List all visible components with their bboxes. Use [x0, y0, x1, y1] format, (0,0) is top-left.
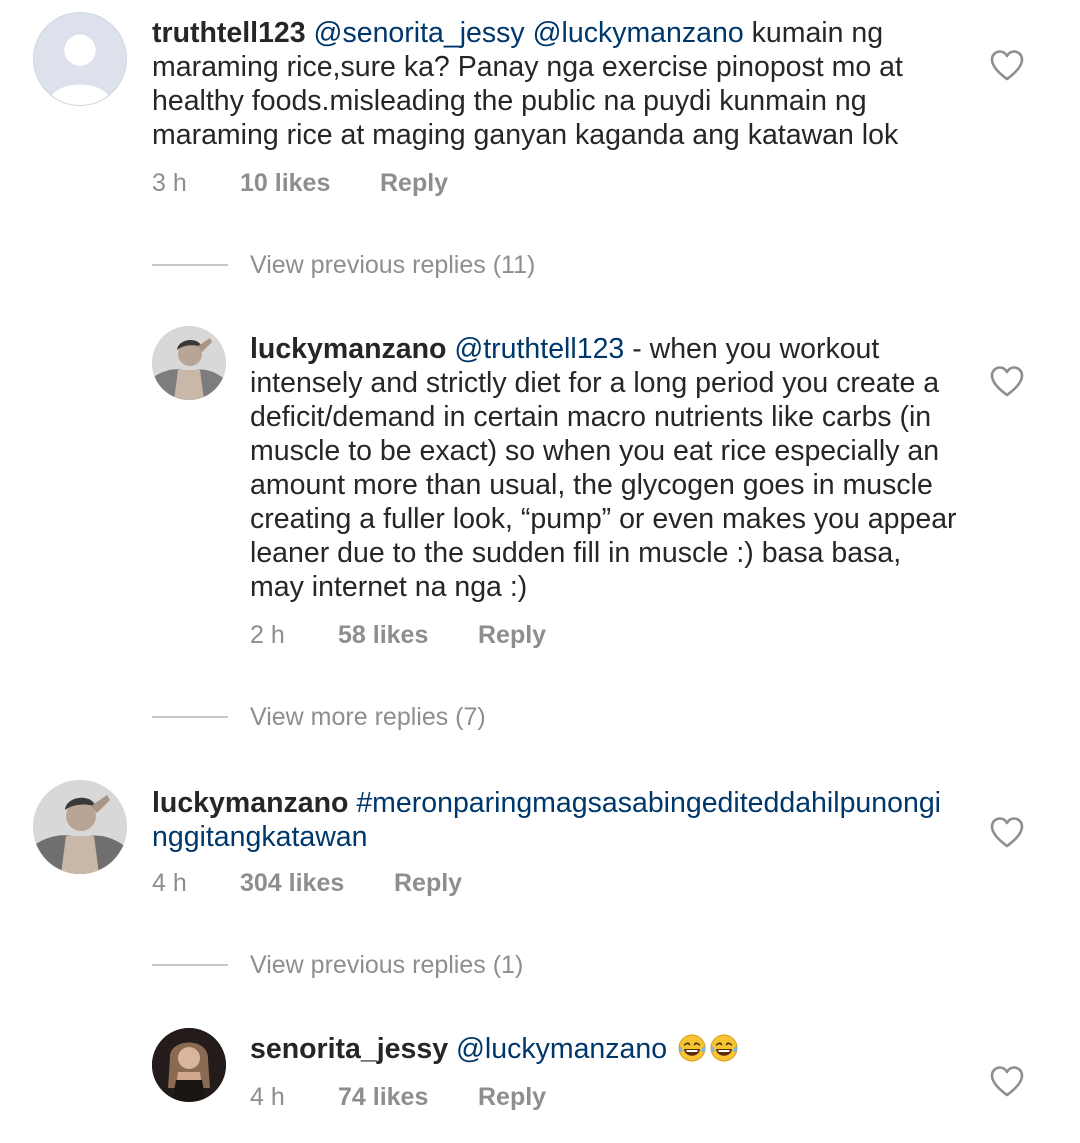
like-button[interactable] [989, 816, 1025, 848]
comment-username[interactable]: senorita_jessy [250, 1033, 448, 1065]
comment-meta: 3 h 10 likes Reply [152, 168, 552, 198]
view-replies-link[interactable]: View previous replies (11) [152, 250, 652, 280]
tears-of-joy-emoji-icon [709, 1033, 739, 1063]
reply-button[interactable]: Reply [478, 620, 546, 650]
comment-luckymanzano: luckymanzano #meronparingmagsasabingedit… [0, 770, 1080, 910]
tears-of-joy-emoji-icon [677, 1033, 707, 1063]
comment-username[interactable]: truthtell123 [152, 17, 306, 49]
like-button[interactable] [989, 49, 1025, 81]
profile-photo-man [152, 326, 226, 400]
divider-line [152, 964, 228, 966]
comment-time: 4 h [152, 869, 187, 897]
comment-likes[interactable]: 10 likes [240, 168, 330, 198]
reply-button[interactable]: Reply [394, 868, 462, 898]
comment-time: 4 h [250, 1083, 285, 1111]
view-replies-label[interactable]: View more replies (7) [250, 702, 486, 732]
like-button[interactable] [989, 365, 1025, 397]
view-replies-link[interactable]: View more replies (7) [152, 702, 652, 732]
comment-text: truthtell123 @senorita_jessy @luckymanza… [152, 16, 942, 152]
reply-luckymanzano: luckymanzano @truthtell123 - when you wo… [0, 320, 1080, 660]
reply-button[interactable]: Reply [380, 168, 448, 198]
avatar[interactable] [152, 326, 226, 400]
heart-outline-icon [990, 1066, 1024, 1097]
mention-link[interactable]: @senorita_jessy [314, 17, 525, 49]
reply-button[interactable]: Reply [478, 1082, 546, 1112]
avatar[interactable] [33, 780, 127, 874]
comment-truthtell123: truthtell123 @senorita_jessy @luckymanza… [0, 0, 1080, 205]
profile-photo-man [33, 780, 127, 874]
view-replies-label[interactable]: View previous replies (1) [250, 950, 523, 980]
mention-link[interactable]: @luckymanzano [533, 17, 744, 49]
divider-line [152, 716, 228, 718]
comment-likes[interactable]: 58 likes [338, 620, 428, 650]
reply-senorita-jessy: senorita_jessy @luckymanzano 4 h 74 like… [0, 1020, 1080, 1143]
heart-outline-icon [990, 817, 1024, 848]
mention-link[interactable]: @luckymanzano [456, 1033, 667, 1065]
view-replies-link[interactable]: View previous replies (1) [152, 950, 652, 980]
comment-body: - when you workout intensely and strictl… [250, 333, 957, 603]
comment-meta: 4 h 304 likes Reply [152, 868, 552, 898]
comment-meta: 2 h 58 likes Reply [250, 620, 650, 650]
default-avatar-icon [34, 13, 126, 105]
mention-link[interactable]: @truthtell123 [454, 333, 624, 365]
avatar[interactable] [152, 1028, 226, 1102]
comment-likes[interactable]: 74 likes [338, 1082, 428, 1112]
comment-time: 2 h [250, 621, 285, 649]
comment-likes[interactable]: 304 likes [240, 868, 344, 898]
comment-username[interactable]: luckymanzano [250, 333, 446, 365]
comment-text: luckymanzano @truthtell123 - when you wo… [250, 332, 962, 604]
comment-username[interactable]: luckymanzano [152, 787, 348, 819]
heart-outline-icon [990, 50, 1024, 81]
profile-photo-woman [152, 1028, 226, 1102]
heart-outline-icon [990, 366, 1024, 397]
view-replies-label[interactable]: View previous replies (11) [250, 250, 535, 280]
comment-time: 3 h [152, 169, 187, 197]
comment-text: luckymanzano #meronparingmagsasabingedit… [152, 786, 952, 854]
comment-meta: 4 h 74 likes Reply [250, 1082, 650, 1112]
comment-text: senorita_jessy @luckymanzano [250, 1032, 950, 1066]
divider-line [152, 264, 228, 266]
avatar[interactable] [33, 12, 127, 106]
like-button[interactable] [989, 1065, 1025, 1097]
